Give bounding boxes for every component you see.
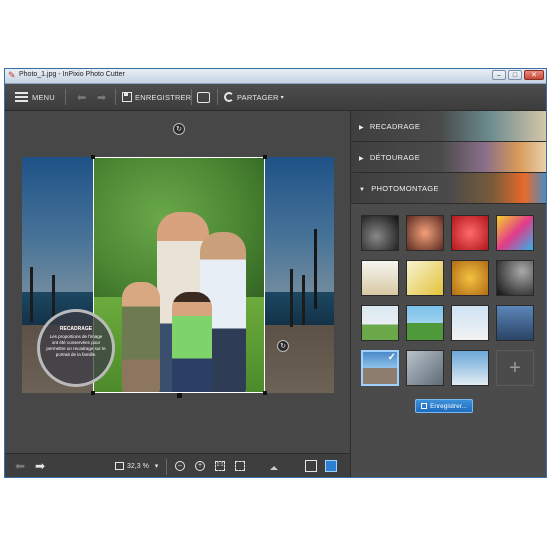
tooltip-title: RECADRAGE <box>59 326 93 332</box>
full-icon <box>235 461 245 471</box>
zoom-value: 32,3 % <box>127 462 149 470</box>
crop-handle[interactable] <box>263 391 267 395</box>
template-thumb[interactable] <box>496 305 534 341</box>
save-montage-button[interactable]: Enregistrer... <box>415 399 473 413</box>
redo-button[interactable]: ➡ <box>97 84 106 110</box>
crop-handle[interactable] <box>177 393 182 398</box>
template-thumb[interactable] <box>496 260 534 296</box>
tooltip-bubble: RECADRAGE Les proportions de l'image ont… <box>37 309 115 387</box>
share-label: PARTAGER <box>237 92 279 102</box>
chevron-right-icon: ▶ <box>359 125 364 131</box>
plus-icon: + <box>509 357 521 379</box>
chevron-down-icon: ▾ <box>280 94 284 101</box>
template-thumb[interactable] <box>361 260 399 296</box>
toolbar: MENU ⬅ ➡ ENREGISTRER PARTAGER ▾ <box>5 84 546 111</box>
menu-label: MENU <box>32 92 55 102</box>
save-icon <box>122 92 132 102</box>
crop-handle[interactable] <box>263 155 267 159</box>
zoom-out-icon: – <box>175 461 185 471</box>
zoom-box-icon <box>115 462 124 470</box>
chevron-right-icon: ▶ <box>359 156 364 162</box>
maximize-button[interactable]: □ <box>508 70 522 80</box>
template-thumb[interactable] <box>406 215 444 251</box>
section-label: PHOTOMONTAGE <box>371 184 439 193</box>
app-window: ✎ Photo_1.jpg - InPixio Photo Cutter – □… <box>4 68 547 478</box>
template-thumb-selected[interactable]: ✓ <box>361 350 399 386</box>
crop-handle[interactable] <box>91 155 95 159</box>
view-split-button[interactable] <box>325 454 337 477</box>
prev-button[interactable]: ⬅ <box>15 454 26 477</box>
share-icon <box>224 92 234 102</box>
template-thumb[interactable] <box>406 260 444 296</box>
split-view-icon <box>325 460 337 472</box>
menu-button[interactable]: MENU <box>15 84 55 110</box>
template-thumb[interactable] <box>451 215 489 251</box>
section-photomontage[interactable]: ▼ PHOTOMONTAGE <box>351 173 546 204</box>
window-title: Photo_1.jpg - InPixio Photo Cutter <box>19 71 125 78</box>
bottom-toolbar: ⬅ ➡ 32,3 % ▾ – + 1:1 <box>5 453 350 477</box>
section-label: DÉTOURAGE <box>369 153 420 162</box>
right-panel: ▶ RECADRAGE ▶ DÉTOURAGE ▼ PHOTOMONTAGE ✓ <box>350 111 546 477</box>
undo-button[interactable]: ⬅ <box>77 84 86 110</box>
view-single-button[interactable] <box>305 454 317 477</box>
template-thumb[interactable] <box>451 305 489 341</box>
template-thumb[interactable] <box>451 260 489 296</box>
undo-icon: ⬅ <box>77 91 87 104</box>
zoom-in-button[interactable]: + <box>195 454 205 477</box>
template-thumb[interactable] <box>451 350 489 386</box>
section-detourage[interactable]: ▶ DÉTOURAGE <box>351 142 546 173</box>
section-label: RECADRAGE <box>369 122 421 131</box>
crop-handle[interactable] <box>91 391 95 395</box>
add-template-button[interactable]: + <box>496 350 534 386</box>
rotate-handle-icon[interactable]: ↻ <box>173 123 185 135</box>
canvas-area[interactable]: ↻ RECADRAGE Les proportions de l'image o… <box>5 111 350 453</box>
check-icon: ✓ <box>387 352 396 363</box>
template-thumb[interactable] <box>361 305 399 341</box>
zoom-out-button[interactable]: – <box>175 454 185 477</box>
save-montage-label: Enregistrer... <box>430 402 467 410</box>
fit-icon: 1:1 <box>215 461 225 471</box>
fit-screen-button[interactable] <box>235 454 245 477</box>
chevron-down-icon: ▾ <box>154 463 159 470</box>
save-button[interactable]: ENREGISTRER <box>122 84 191 110</box>
close-button[interactable]: ✕ <box>524 70 544 80</box>
prev-icon: ⬅ <box>15 459 26 473</box>
chevron-down-icon: ▼ <box>359 187 366 193</box>
rotate-small-icon[interactable]: ↻ <box>277 340 289 352</box>
section-recadrage[interactable]: ▶ RECADRAGE <box>351 111 546 142</box>
save-icon <box>421 403 428 409</box>
next-icon: ➡ <box>35 459 46 473</box>
template-thumb[interactable] <box>496 215 534 251</box>
template-thumb[interactable] <box>361 215 399 251</box>
print-icon <box>197 91 210 103</box>
share-button[interactable]: PARTAGER ▾ <box>224 84 284 110</box>
menu-icon <box>15 92 28 102</box>
save-label: ENREGISTRER <box>135 92 192 102</box>
template-thumb[interactable] <box>406 350 444 386</box>
print-button[interactable] <box>197 84 210 110</box>
zoom-value-dropdown[interactable]: 32,3 % ▾ <box>115 454 159 477</box>
template-thumb[interactable] <box>406 305 444 341</box>
image-view-icon <box>305 460 317 472</box>
title-bar: ✎ Photo_1.jpg - InPixio Photo Cutter – □… <box>5 69 546 84</box>
minimize-button[interactable]: – <box>492 70 506 80</box>
redo-icon: ➡ <box>97 91 107 104</box>
tooltip-text: Les proportions de l'image ont été conse… <box>46 334 106 357</box>
actual-size-button[interactable]: 1:1 <box>215 454 225 477</box>
next-button[interactable]: ➡ <box>35 454 46 477</box>
crop-frame[interactable] <box>93 157 265 393</box>
zoom-in-icon: + <box>195 461 205 471</box>
collapse-tab-icon[interactable] <box>270 466 278 470</box>
app-icon: ✎ <box>8 70 16 80</box>
